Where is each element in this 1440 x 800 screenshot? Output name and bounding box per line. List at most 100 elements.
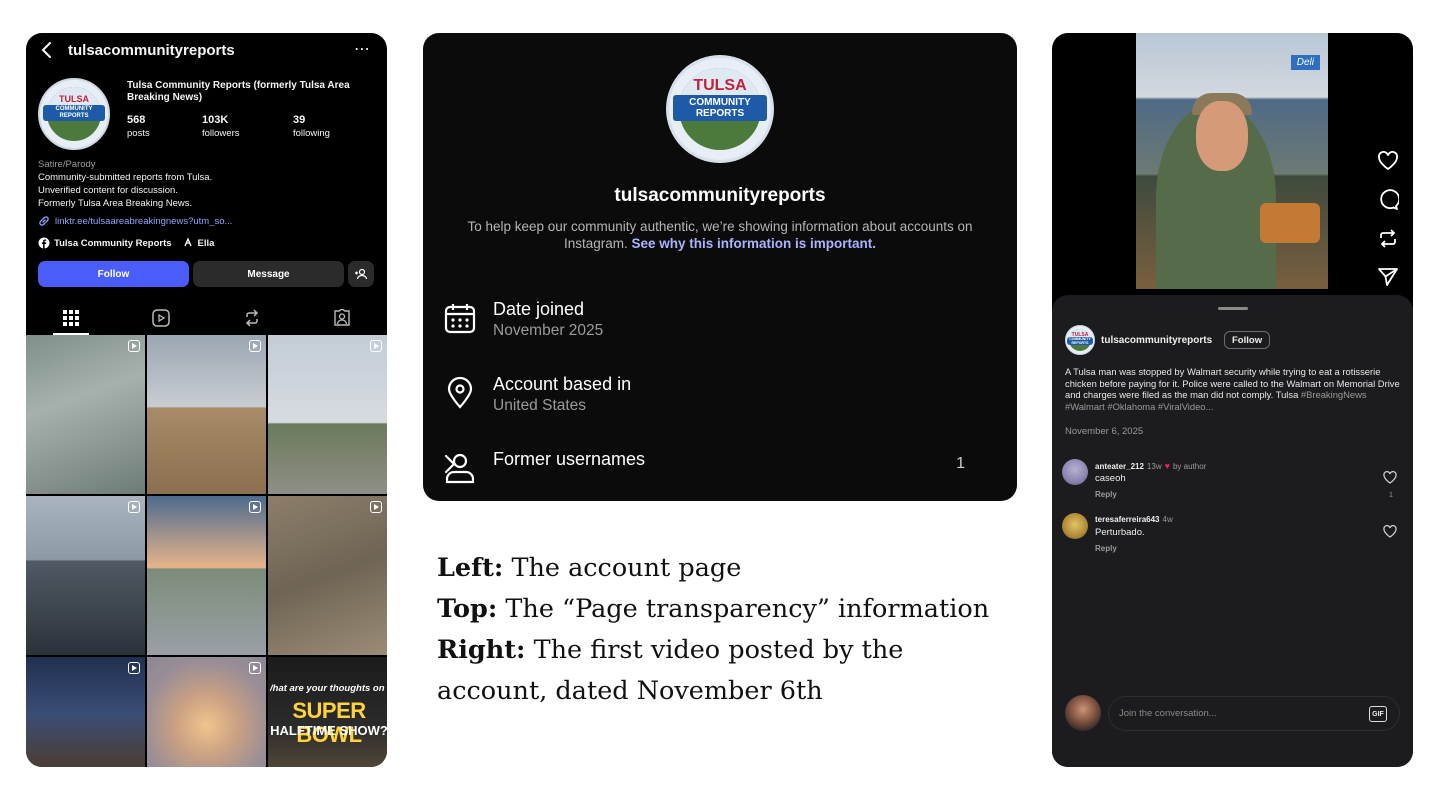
grid-post[interactable] (147, 657, 266, 767)
stat-followers[interactable]: 103K followers (202, 114, 240, 140)
comment-time: 4w (1162, 515, 1173, 524)
grid-post[interactable] (147, 496, 266, 655)
date-joined-row: Date joined November 2025 (443, 295, 997, 345)
comment-meta: anteater_212 13w ♥ by author (1095, 461, 1206, 471)
by-author-label: by author (1172, 461, 1207, 471)
video-player[interactable]: Deli (1136, 33, 1328, 289)
bio-category: Satire/Parody (38, 159, 96, 170)
profile-avatar[interactable]: TULSA COMMUNITY REPORTS (38, 78, 110, 150)
commenter-avatar[interactable] (1062, 459, 1088, 485)
reel-icon (249, 501, 261, 513)
logo-reports-text: REPORTS (1071, 341, 1089, 345)
grid-post[interactable]: /hat are your thoughts on the SUPER BOWL… (268, 657, 387, 767)
post-overlay-text: /hat are your thoughts on the (270, 683, 387, 694)
threads-chip[interactable]: Ella (182, 237, 214, 249)
comment-input[interactable] (1119, 697, 1359, 730)
account-based-value: United States (493, 397, 587, 414)
grid-post[interactable] (268, 496, 387, 655)
logo-community-text: COMMUNITY (689, 97, 751, 108)
follow-button[interactable]: Follow (1224, 331, 1271, 349)
comment-like-icon[interactable] (1383, 471, 1397, 484)
gif-button[interactable]: GIF (1369, 706, 1387, 722)
caption-top-text: The “Page transparency” information (505, 594, 990, 624)
poster-avatar[interactable]: TULSA COMMUNITY REPORTS (1065, 325, 1095, 355)
logo-band: COMMUNITY REPORTS (42, 105, 106, 121)
more-options-icon[interactable]: ⋯ (354, 39, 371, 59)
post-date: November 6, 2025 (1065, 426, 1144, 437)
back-arrow-icon[interactable] (40, 41, 54, 59)
tab-tagged[interactable] (297, 301, 387, 335)
grid-post[interactable] (26, 496, 145, 655)
repost-icon (243, 309, 261, 327)
tab-reposts[interactable] (207, 301, 297, 335)
chevron-right-icon (443, 453, 991, 475)
reel-icon (249, 662, 261, 674)
reel-icon (128, 501, 140, 513)
reply-button[interactable]: Reply (1095, 490, 1117, 499)
caption-left-text: The account page (511, 553, 742, 583)
account-based-label: Account based in (493, 374, 632, 394)
profile-handle: tulsacommunityreports (68, 42, 235, 59)
stat-following[interactable]: 39 following (293, 114, 330, 140)
comment-item: teresaferreira643 4w Perturbado. Reply (1062, 513, 1403, 561)
author-liked-heart-icon: ♥ (1164, 461, 1170, 471)
link-icon (38, 215, 50, 227)
comment-like-icon[interactable] (1383, 525, 1397, 538)
facebook-chip[interactable]: Tulsa Community Reports (38, 237, 172, 249)
transparency-avatar: TULSA COMMUNITY REPORTS (666, 55, 774, 163)
figure-caption: Left: The account page Top: The “Page tr… (437, 548, 1017, 712)
location-pin-icon (443, 376, 477, 410)
post-overlay-subtitle: HALFTIME SHOW? (270, 723, 387, 738)
post-description: A Tulsa man was stopped by Walmart secur… (1065, 366, 1403, 412)
comments-sheet: TULSA COMMUNITY REPORTS tulsacommunityre… (1052, 295, 1413, 767)
logo-tulsa-text: TULSA (693, 77, 747, 94)
facebook-icon (38, 237, 50, 249)
stat-following-label: following (293, 128, 330, 139)
reply-button[interactable]: Reply (1095, 544, 1117, 553)
message-button[interactable]: Message (193, 261, 344, 287)
video-food (1260, 203, 1320, 243)
follow-button[interactable]: Follow (38, 261, 189, 287)
transparency-handle: tulsacommunityreports (614, 185, 826, 206)
caption-right: Right: The first video posted by the acc… (437, 630, 1017, 712)
page-transparency-panel: TULSA COMMUNITY REPORTS tulsacommunityre… (423, 33, 1017, 501)
account-based-row: Account based in United States (443, 370, 997, 420)
share-send-icon[interactable] (1377, 267, 1399, 287)
transparency-notice: To help keep our community authentic, we… (463, 218, 977, 252)
caption-left-label: Left: (437, 553, 504, 583)
comment-icon[interactable] (1377, 189, 1399, 210)
why-important-link[interactable]: See why this information is important. (632, 236, 877, 251)
comment-username[interactable]: anteater_212 (1095, 462, 1144, 471)
reel-icon (249, 340, 261, 352)
grid-post[interactable] (147, 335, 266, 494)
repost-icon[interactable] (1377, 228, 1399, 249)
grid-post[interactable] (268, 335, 387, 494)
profile-link[interactable]: linktr.ee/tulsaareabreakingnews?utm_so..… (38, 215, 232, 227)
threads-icon (182, 237, 194, 249)
comment-input-box[interactable]: GIF (1108, 696, 1400, 731)
current-user-avatar (1065, 695, 1101, 731)
reel-icon (370, 340, 382, 352)
caption-left: Left: The account page (437, 548, 1017, 589)
profile-topbar: tulsacommunityreports ⋯ (26, 33, 387, 69)
date-joined-label: Date joined (493, 299, 585, 319)
sheet-grab-handle[interactable] (1218, 307, 1248, 310)
grid-post[interactable] (26, 335, 145, 494)
tab-posts-grid[interactable] (26, 301, 116, 335)
poster-username[interactable]: tulsacommunityreports (1101, 335, 1212, 346)
like-heart-icon[interactable] (1377, 151, 1399, 171)
posts-grid: /hat are your thoughts on the SUPER BOWL… (26, 335, 387, 767)
commenter-avatar[interactable] (1062, 513, 1088, 539)
profile-full-name: Tulsa Community Reports (formerly Tulsa … (127, 80, 350, 103)
calendar-icon (443, 301, 477, 335)
former-usernames-row[interactable]: Former usernames 1 (443, 445, 997, 495)
logo-community-text: COMMUNITY (55, 106, 93, 112)
stat-posts[interactable]: 568 posts (127, 114, 150, 140)
stat-following-count: 39 (293, 114, 306, 126)
tab-reels[interactable] (116, 301, 206, 335)
video-actions (1377, 151, 1399, 287)
comment-username[interactable]: teresaferreira643 (1095, 515, 1160, 524)
grid-post[interactable] (26, 657, 145, 767)
suggested-users-button[interactable] (348, 261, 374, 287)
date-joined-value: November 2025 (493, 322, 604, 339)
